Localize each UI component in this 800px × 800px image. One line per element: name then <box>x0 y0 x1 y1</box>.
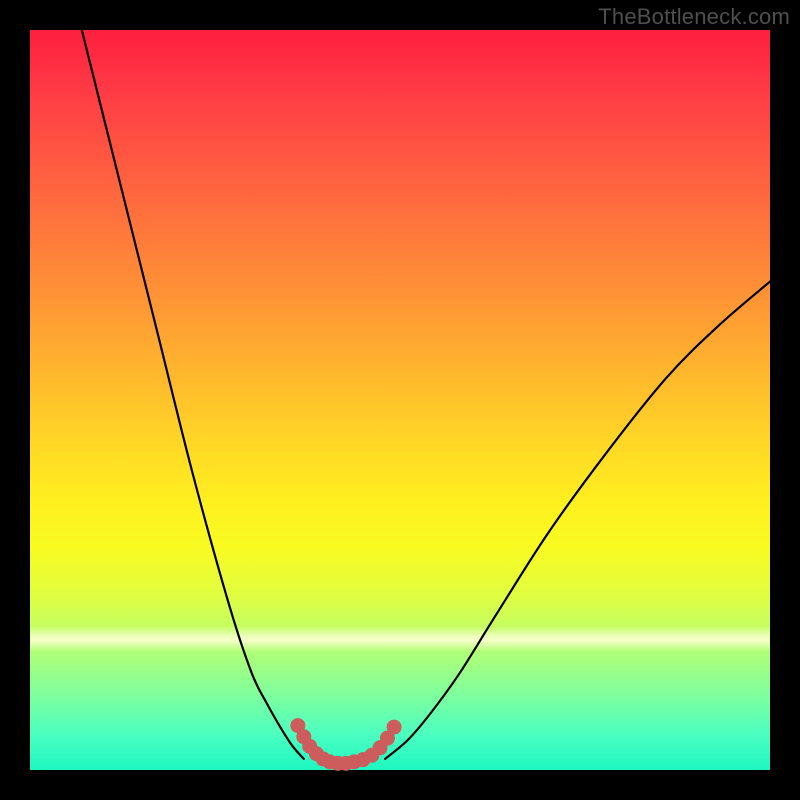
watermark-text: TheBottleneck.com <box>598 4 790 30</box>
chart-stage: TheBottleneck.com <box>0 0 800 800</box>
highlight-dots <box>290 718 401 771</box>
curve-left-arm <box>82 30 304 759</box>
curve-right-arm <box>385 282 770 759</box>
plot-area <box>30 30 770 770</box>
curve-layer <box>30 30 770 770</box>
